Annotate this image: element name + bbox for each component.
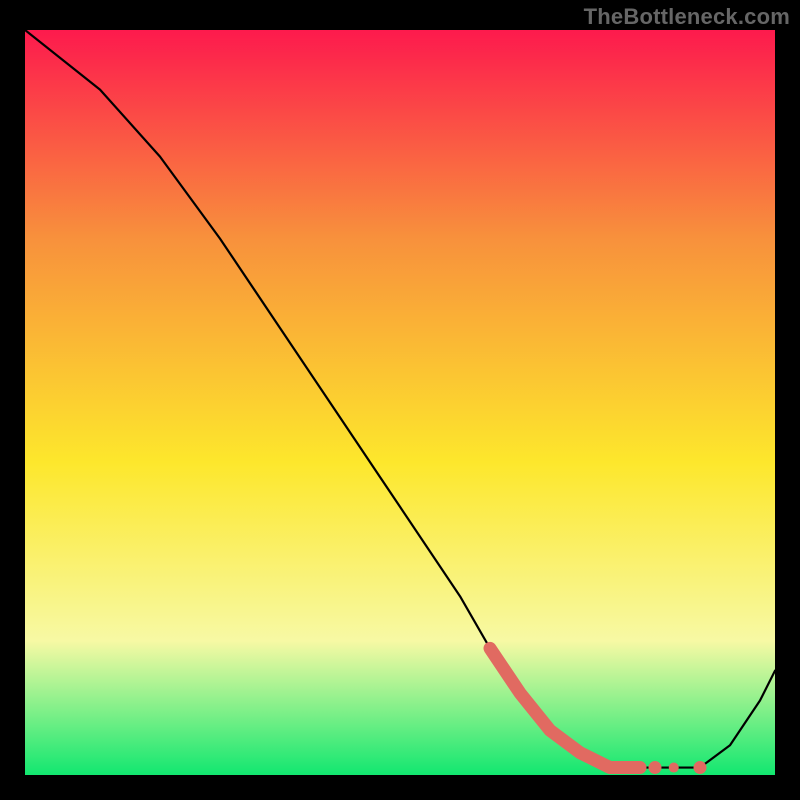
- plot-area: [25, 30, 775, 775]
- highlight-dot: [649, 761, 662, 774]
- chart-svg: [25, 30, 775, 775]
- gradient-background: [25, 30, 775, 775]
- chart-frame: TheBottleneck.com: [0, 0, 800, 800]
- highlight-dot: [669, 763, 679, 773]
- watermark-text: TheBottleneck.com: [584, 4, 790, 30]
- highlight-dot: [694, 761, 707, 774]
